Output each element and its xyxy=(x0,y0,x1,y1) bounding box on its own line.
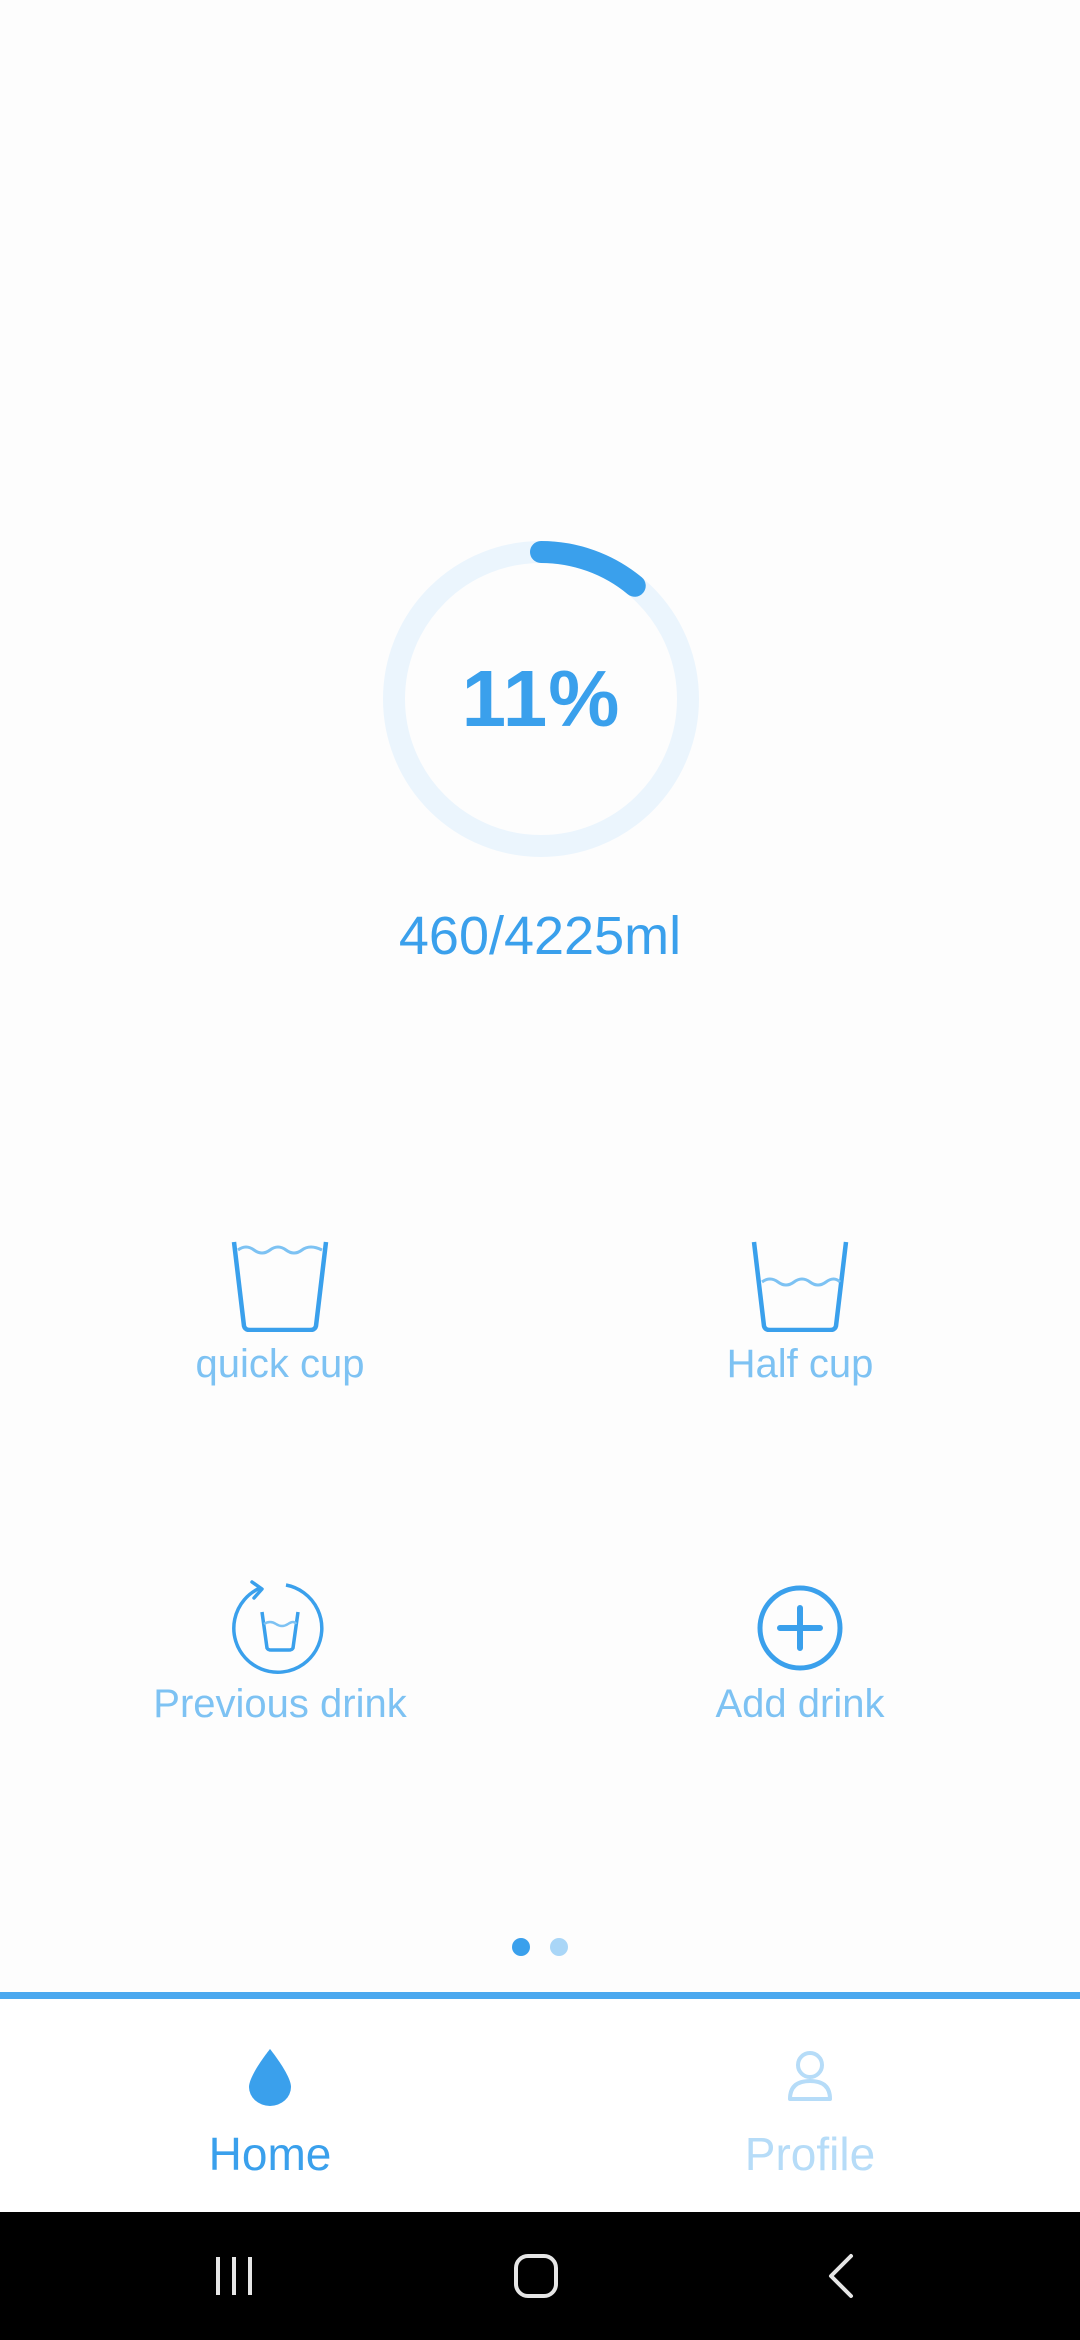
progress-percent: 11% xyxy=(461,654,621,743)
add-drink-button[interactable]: Add drink xyxy=(600,1580,1000,1780)
home-system-icon xyxy=(514,2254,558,2298)
nav-profile-label: Profile xyxy=(744,2128,876,2180)
water-drop-icon xyxy=(245,2047,295,2112)
glass-full-icon xyxy=(230,1240,330,1337)
recent-apps-button[interactable] xyxy=(134,2212,334,2340)
nav-home-label: Home xyxy=(208,2128,332,2180)
previous-drink-label: Previous drink xyxy=(153,1682,407,1726)
add-drink-label: Add drink xyxy=(715,1682,885,1726)
status-bar xyxy=(0,0,1080,80)
volume-progress-text: 460/4225ml xyxy=(398,906,682,966)
page-dot-active[interactable] xyxy=(512,1938,530,1956)
plus-circle-icon xyxy=(752,1580,848,1681)
back-icon xyxy=(829,2254,853,2298)
system-navigation-bar xyxy=(0,2212,1080,2340)
back-button[interactable] xyxy=(740,2212,940,2340)
refresh-glass-icon xyxy=(230,1580,330,1681)
nav-home-tab[interactable]: Home xyxy=(0,1999,540,2219)
progress-ring: 11% xyxy=(382,540,700,858)
page-dot[interactable] xyxy=(550,1938,568,1956)
quick-cup-label: quick cup xyxy=(195,1342,365,1386)
glass-half-icon xyxy=(750,1240,850,1337)
bottom-navigation: Home Profile xyxy=(0,1992,1080,2219)
quick-cup-button[interactable]: quick cup xyxy=(80,1240,480,1440)
nav-profile-tab[interactable]: Profile xyxy=(540,1999,1080,2219)
half-cup-label: Half cup xyxy=(726,1342,874,1386)
page-indicator xyxy=(510,1938,570,1958)
recent-apps-icon xyxy=(216,2257,252,2295)
app-screen: 11% 460/4225ml quick cup Half cup Previo… xyxy=(0,0,1080,2340)
person-icon xyxy=(785,2047,835,2112)
previous-drink-button[interactable]: Previous drink xyxy=(80,1580,480,1780)
half-cup-button[interactable]: Half cup xyxy=(600,1240,1000,1440)
home-system-button[interactable] xyxy=(436,2212,636,2340)
